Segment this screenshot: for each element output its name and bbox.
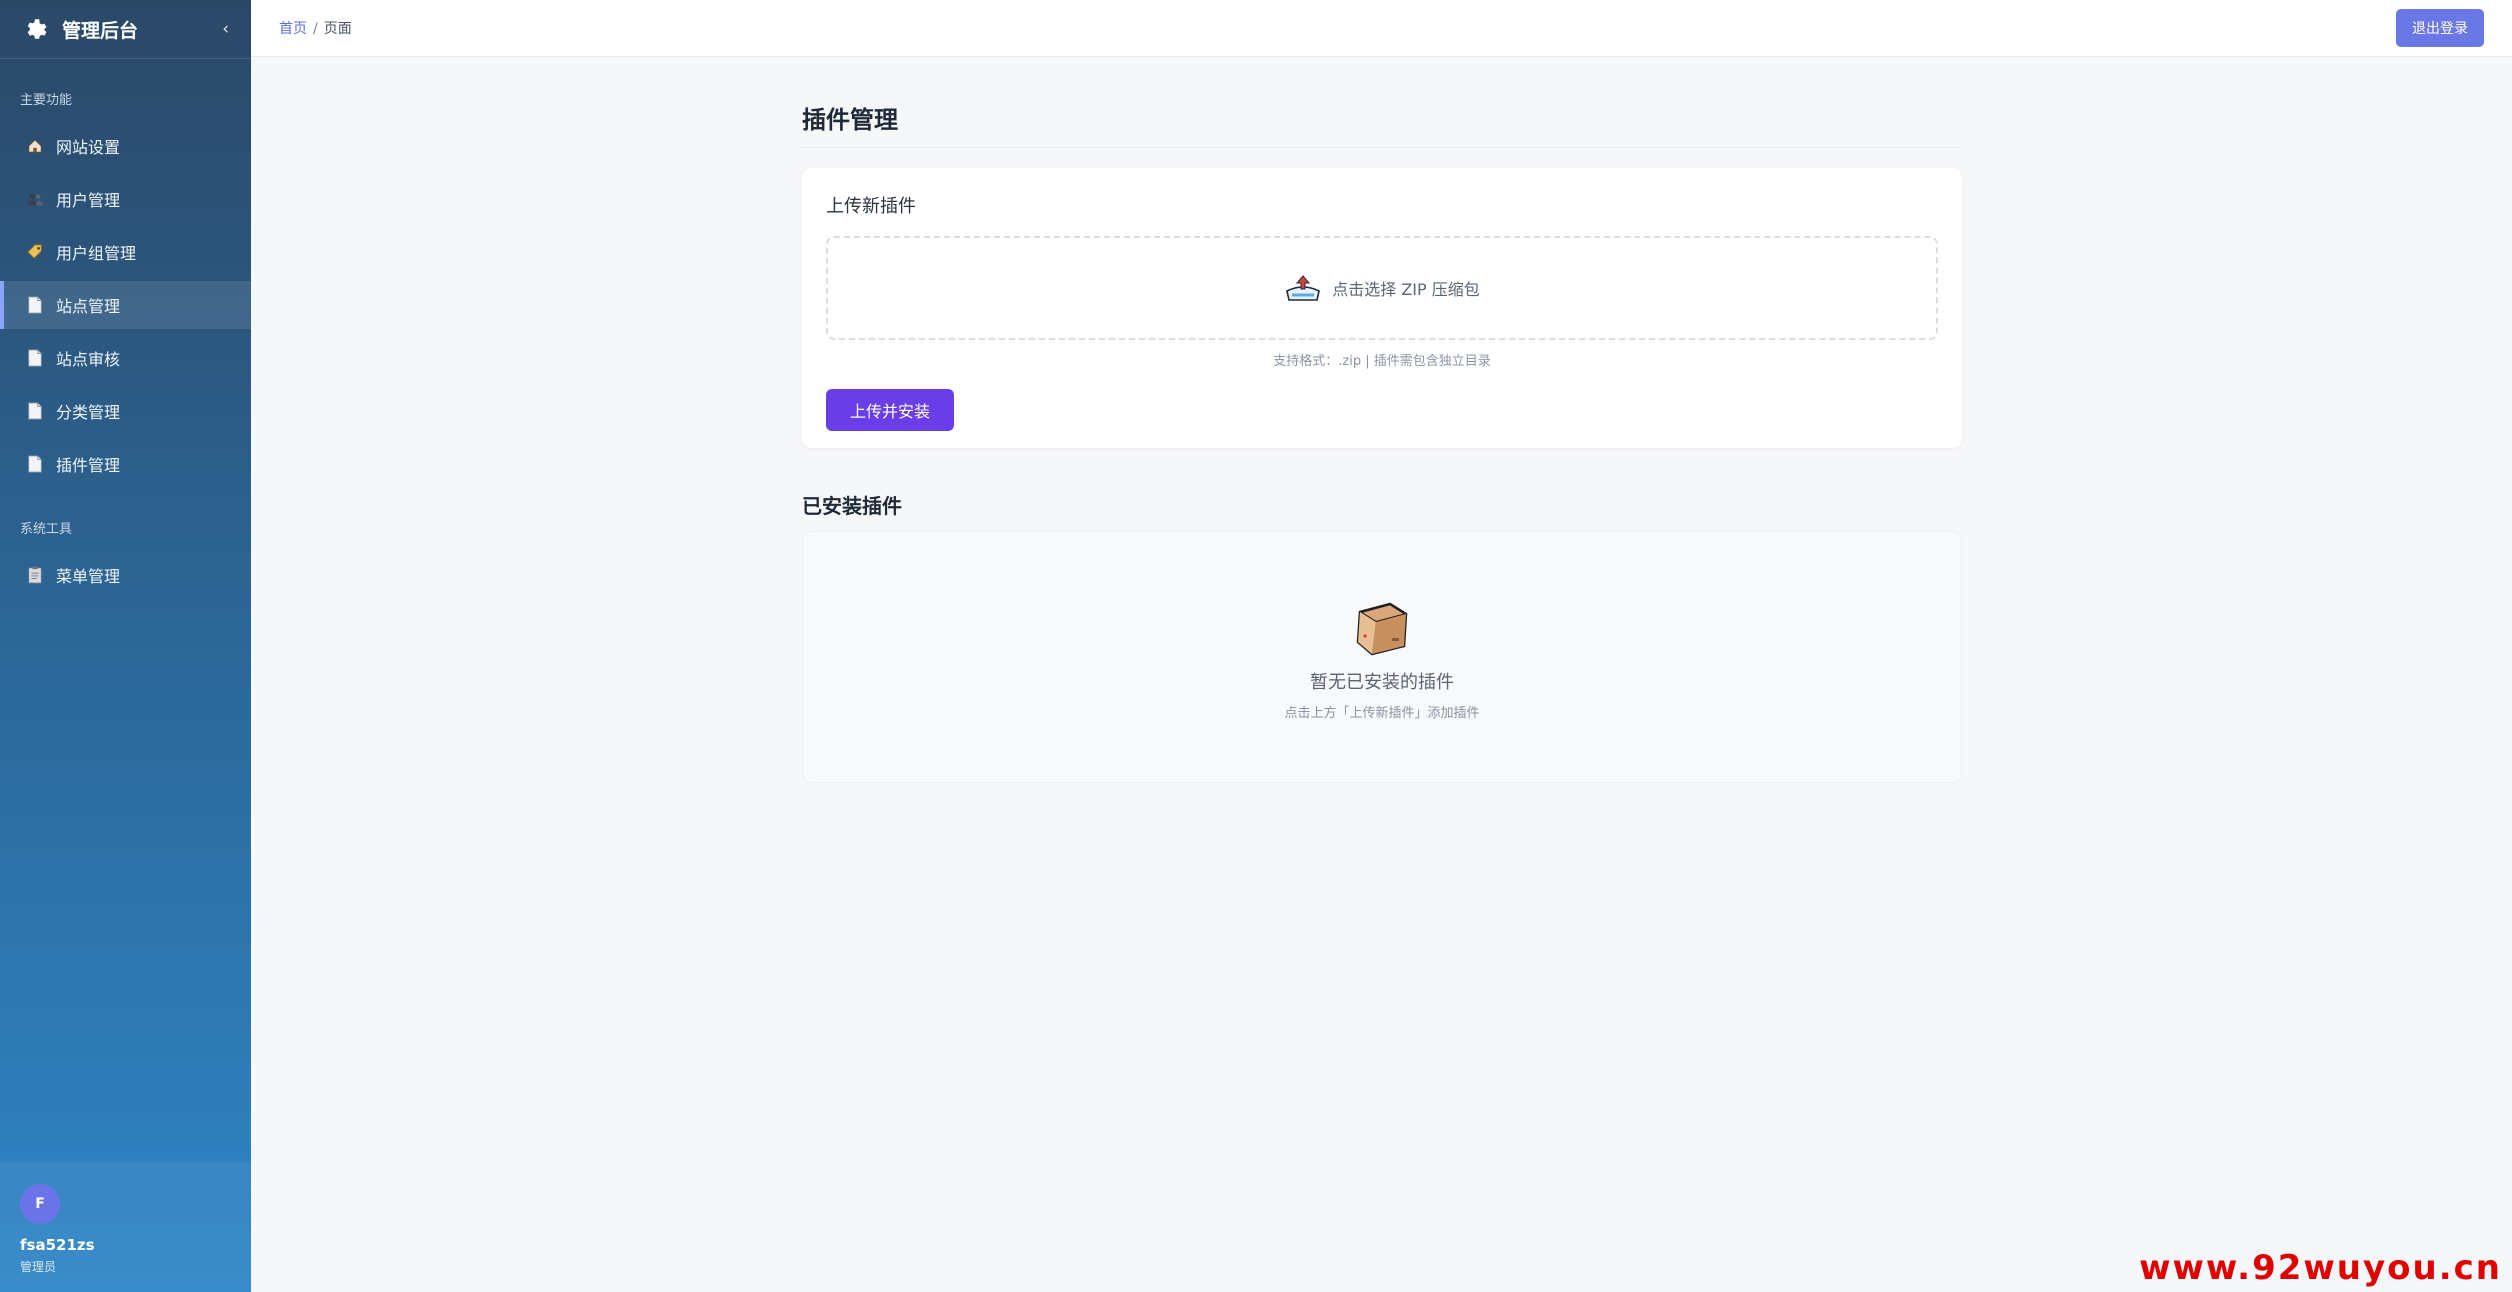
tag-icon xyxy=(24,241,46,263)
sidebar-item-label: 用户组管理 xyxy=(56,244,137,263)
package-box-icon xyxy=(1350,598,1414,658)
breadcrumb: 首页 / 页面 xyxy=(279,18,352,38)
sidebar-item-site-review[interactable]: 站点审核 xyxy=(0,334,251,382)
gear-icon xyxy=(22,15,50,43)
sidebar-item-label: 插件管理 xyxy=(56,456,121,475)
page-icon xyxy=(24,347,46,369)
house-icon xyxy=(24,135,46,157)
empty-state-title: 暂无已安装的插件 xyxy=(1310,672,1454,693)
dropzone-label: 点击选择 ZIP 压缩包 xyxy=(1332,280,1480,299)
sidebar-item-users[interactable]: 用户管理 xyxy=(0,175,251,223)
sidebar-collapse-button[interactable]: ‹ xyxy=(222,19,229,39)
sidebar: 管理后台 ‹ 主要功能 网站设置 用户管理 用户组管理 站点管理 站点审核 分类… xyxy=(0,0,251,1292)
sidebar-brand: 管理后台 ‹ xyxy=(0,0,251,59)
user-role: 管理员 xyxy=(20,1260,57,1274)
sidebar-item-label: 站点审核 xyxy=(56,350,121,369)
upload-format-hint: 支持格式：.zip | 插件需包含独立目录 xyxy=(1273,354,1491,369)
top-header: 首页 / 页面 退出登录 xyxy=(251,0,2512,57)
sidebar-item-label: 菜单管理 xyxy=(56,567,121,586)
sidebar-item-label: 用户管理 xyxy=(56,191,121,210)
sidebar-item-plugins[interactable]: 插件管理 xyxy=(0,440,251,488)
page-icon xyxy=(24,400,46,422)
sidebar-item-site-settings[interactable]: 网站设置 xyxy=(0,122,251,170)
user-name: fsa521zs xyxy=(20,1236,95,1254)
sidebar-item-categories[interactable]: 分类管理 xyxy=(0,387,251,435)
section-label-tools: 系统工具 xyxy=(20,522,73,537)
breadcrumb-separator: / xyxy=(313,21,318,37)
app-title: 管理后台 xyxy=(62,19,139,42)
empty-state-subtitle: 点击上方「上传新插件」添加插件 xyxy=(1284,706,1480,721)
upload-install-button[interactable]: 上传并安装 xyxy=(826,389,954,431)
main-nav: 网站设置 用户管理 用户组管理 站点管理 站点审核 分类管理 插件管理 xyxy=(0,122,251,488)
sidebar-item-menus[interactable]: 菜单管理 xyxy=(0,551,251,599)
installed-section-title: 已安装插件 xyxy=(802,494,902,518)
zip-dropzone[interactable]: 点击选择 ZIP 压缩包 xyxy=(826,236,1938,340)
watermark: www.92wuyou.cn xyxy=(2139,1248,2502,1288)
page-icon xyxy=(24,294,46,316)
sidebar-item-user-groups[interactable]: 用户组管理 xyxy=(0,228,251,276)
clipboard-icon xyxy=(24,564,46,586)
page-icon xyxy=(24,453,46,475)
upload-card: 上传新插件 点击选择 ZIP 压缩包 支持格式：.zip | 插件需包含独立目录… xyxy=(802,168,1962,448)
sidebar-item-sites[interactable]: 站点管理 xyxy=(0,281,251,329)
logout-button[interactable]: 退出登录 xyxy=(2396,9,2484,47)
installed-plugins-empty-state: 暂无已安装的插件 点击上方「上传新插件」添加插件 xyxy=(802,531,1962,783)
page-title: 插件管理 xyxy=(802,100,1962,148)
sidebar-item-label: 网站设置 xyxy=(56,138,121,157)
breadcrumb-current: 页面 xyxy=(323,21,352,37)
users-icon xyxy=(24,188,46,210)
upload-card-title: 上传新插件 xyxy=(826,196,916,217)
avatar[interactable]: F xyxy=(20,1184,60,1224)
upload-tray-icon xyxy=(1284,273,1322,303)
tools-nav: 菜单管理 xyxy=(0,551,251,599)
breadcrumb-home-link[interactable]: 首页 xyxy=(279,21,307,37)
sidebar-item-label: 分类管理 xyxy=(56,403,121,422)
main-content: 插件管理 上传新插件 点击选择 ZIP 压缩包 支持格式：.zip | 插件需包… xyxy=(802,100,1962,783)
section-label-main: 主要功能 xyxy=(20,93,73,108)
user-panel: F fsa521zs 管理员 xyxy=(0,1162,251,1292)
sidebar-item-label: 站点管理 xyxy=(56,297,121,316)
